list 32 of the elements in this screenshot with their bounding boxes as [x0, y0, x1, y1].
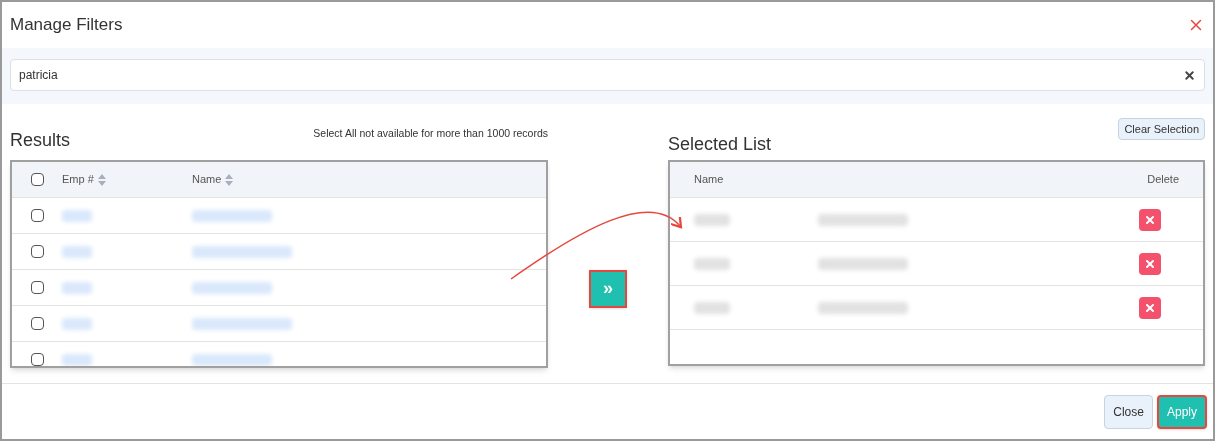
column-header: Delete [1147, 172, 1179, 188]
delete-button[interactable] [1139, 296, 1161, 319]
blurred-text [62, 353, 92, 366]
blurred-text [694, 213, 730, 226]
x-icon [1144, 257, 1156, 270]
blurred-text [62, 245, 92, 258]
column-header[interactable]: Name [192, 171, 222, 188]
clear-icon[interactable] [1183, 68, 1196, 82]
info-note: Select All not available for more than 1000 records [313, 126, 548, 142]
blurred-text [62, 317, 92, 330]
delete-button[interactable] [1139, 208, 1161, 231]
clear-selection-button[interactable]: Clear Selection [1118, 117, 1205, 140]
column-header[interactable]: Emp # [62, 171, 94, 188]
blurred-text [62, 281, 92, 294]
x-icon [1144, 301, 1156, 314]
blurred-text [62, 209, 92, 222]
section-title: Results [10, 129, 71, 152]
checkbox[interactable] [30, 353, 44, 366]
dialog-title: Manage Filters [10, 14, 123, 37]
close-button[interactable]: Close [1104, 394, 1153, 429]
delete-button[interactable] [1139, 252, 1161, 275]
checkbox[interactable] [30, 245, 44, 258]
section-title: Selected List [668, 133, 772, 156]
column-header: Name [694, 172, 725, 188]
blurred-text [694, 301, 730, 314]
checkbox[interactable] [30, 281, 44, 294]
search-field[interactable]: patricia [10, 59, 1205, 91]
checkbox[interactable] [30, 173, 44, 186]
x-icon [1144, 213, 1156, 226]
checkbox[interactable] [30, 317, 44, 330]
blurred-text [694, 257, 730, 270]
checkbox[interactable] [30, 209, 44, 222]
